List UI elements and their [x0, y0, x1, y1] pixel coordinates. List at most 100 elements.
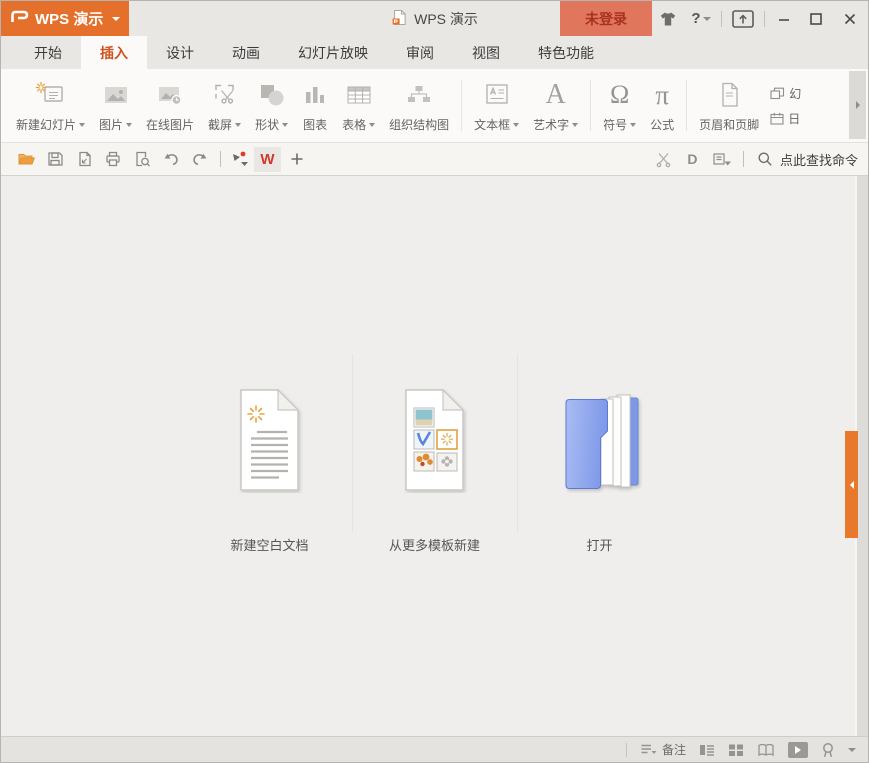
import-button[interactable]: [707, 146, 739, 173]
app-menu-button[interactable]: WPS 演示: [1, 1, 129, 36]
textbox-label: 文本框: [474, 116, 510, 133]
status-dropdown-button[interactable]: [848, 748, 856, 752]
picture-button[interactable]: 图片: [92, 71, 139, 140]
tab-view[interactable]: 视图: [453, 36, 519, 69]
symbol-button[interactable]: Ω 符号: [596, 71, 643, 140]
print-preview-button[interactable]: [127, 146, 156, 173]
new-blank-document-label: 新建空白文档: [230, 535, 308, 554]
ribbon: 新建幻灯片 图片 在线图片 截屏 形状: [1, 69, 868, 143]
tab-design[interactable]: 设计: [147, 36, 213, 69]
ribbon-expand-button[interactable]: [849, 71, 866, 139]
header-footer-icon: [714, 74, 744, 116]
wps-presentation-window: WPS 演示 WPS 演示 未登录 ?: [0, 0, 869, 763]
maximize-button[interactable]: [800, 1, 832, 36]
upload-button[interactable]: [725, 1, 761, 36]
save-button[interactable]: [40, 146, 69, 173]
play-icon: [795, 746, 801, 754]
chevron-down-icon: [630, 123, 636, 127]
formula-label: 公式: [650, 116, 674, 133]
export-pdf-icon: [75, 150, 93, 168]
reading-view-icon: [757, 743, 775, 757]
datetime-button[interactable]: 日: [770, 110, 812, 127]
screenshot-label: 截屏: [208, 116, 232, 133]
maximize-icon: [809, 12, 823, 26]
document-tab-label: WPS 演示: [414, 9, 478, 29]
chevron-down-icon: [369, 123, 375, 127]
notes-button[interactable]: 备注: [640, 741, 686, 758]
table-label: 表格: [342, 116, 366, 133]
new-tab-button[interactable]: [282, 146, 311, 173]
seal-button[interactable]: [821, 742, 835, 758]
help-button[interactable]: ?: [684, 1, 718, 36]
new-from-template-label: 从更多模板新建: [389, 535, 480, 554]
online-picture-button[interactable]: 在线图片: [139, 71, 201, 140]
tab-special-features[interactable]: 特色功能: [519, 36, 613, 69]
chart-icon: [302, 74, 328, 116]
slideshow-button[interactable]: [788, 742, 808, 758]
slide-sorter-button[interactable]: [728, 743, 744, 757]
wordart-icon: A: [546, 74, 566, 116]
formula-icon: π: [655, 74, 669, 116]
side-panel-handle[interactable]: [845, 431, 858, 538]
chevron-down-icon: [79, 123, 85, 127]
new-from-template-button[interactable]: 从更多模板新建: [353, 354, 517, 554]
ribbon-group-divider: [590, 80, 591, 131]
close-button[interactable]: [832, 1, 868, 36]
textbox-button[interactable]: 文本框: [467, 71, 526, 140]
org-chart-button[interactable]: 组织结构图: [382, 71, 456, 140]
wps-home-button[interactable]: W: [253, 146, 282, 173]
tab-home[interactable]: 开始: [15, 36, 81, 69]
document-tab[interactable]: WPS 演示: [391, 1, 478, 36]
tab-animation[interactable]: 动画: [213, 36, 279, 69]
chevron-down-icon: [848, 748, 856, 752]
undo-button[interactable]: [156, 146, 185, 173]
find-command-button[interactable]: 点此查找命令: [748, 150, 858, 169]
chevron-down-icon: [703, 17, 711, 21]
new-slide-button[interactable]: 新建幻灯片: [9, 71, 92, 140]
export-pdf-button[interactable]: [69, 146, 98, 173]
calendar-icon: [770, 112, 784, 125]
open-document-button[interactable]: 打开: [518, 354, 682, 554]
chevron-down-icon: [235, 123, 241, 127]
ribbon-group-divider: [461, 80, 462, 131]
redo-button[interactable]: [185, 146, 214, 173]
datetime-label: 日: [788, 110, 800, 127]
shapes-button[interactable]: 形状: [248, 71, 295, 140]
chart-button[interactable]: 图表: [295, 71, 335, 140]
table-icon: [344, 74, 374, 116]
minimize-button[interactable]: [768, 1, 800, 36]
formula-button[interactable]: π 公式: [643, 71, 681, 140]
slide-number-icon: [770, 87, 785, 100]
normal-view-button[interactable]: [699, 743, 715, 757]
wordart-button[interactable]: A 艺术字: [526, 71, 585, 140]
login-button[interactable]: 未登录: [560, 1, 652, 36]
reading-view-button[interactable]: [757, 743, 775, 757]
table-button[interactable]: 表格: [335, 71, 382, 140]
tools-button[interactable]: [649, 146, 678, 173]
close-icon: [843, 12, 857, 26]
slide-number-label: 幻: [789, 85, 801, 102]
divider: [743, 151, 744, 167]
tab-review[interactable]: 审阅: [387, 36, 453, 69]
notes-label: 备注: [662, 741, 686, 758]
print-button[interactable]: [98, 146, 127, 173]
slide-number-button[interactable]: 幻: [770, 85, 812, 102]
blank-document-icon: [227, 387, 313, 493]
screenshot-button[interactable]: 截屏: [201, 71, 248, 140]
wps-w-icon: W: [254, 147, 281, 172]
find-command-label: 点此查找命令: [780, 150, 858, 169]
tab-insert[interactable]: 插入: [81, 36, 147, 69]
presentation-file-icon: [391, 9, 407, 29]
new-blank-document-button[interactable]: 新建空白文档: [188, 354, 352, 554]
org-chart-icon: [403, 74, 435, 116]
skin-button[interactable]: [652, 1, 684, 36]
customize-toolbar-button[interactable]: [227, 146, 253, 173]
open-file-button[interactable]: [11, 146, 40, 173]
minimize-icon: [777, 12, 791, 26]
redo-icon: [191, 150, 209, 168]
header-footer-button[interactable]: 页眉和页脚: [692, 71, 766, 140]
title-bar: WPS 演示 WPS 演示 未登录 ?: [1, 1, 868, 36]
tab-slideshow[interactable]: 幻灯片放映: [279, 36, 387, 69]
chevron-down-icon: [572, 123, 578, 127]
data-recovery-button[interactable]: D: [678, 146, 707, 173]
